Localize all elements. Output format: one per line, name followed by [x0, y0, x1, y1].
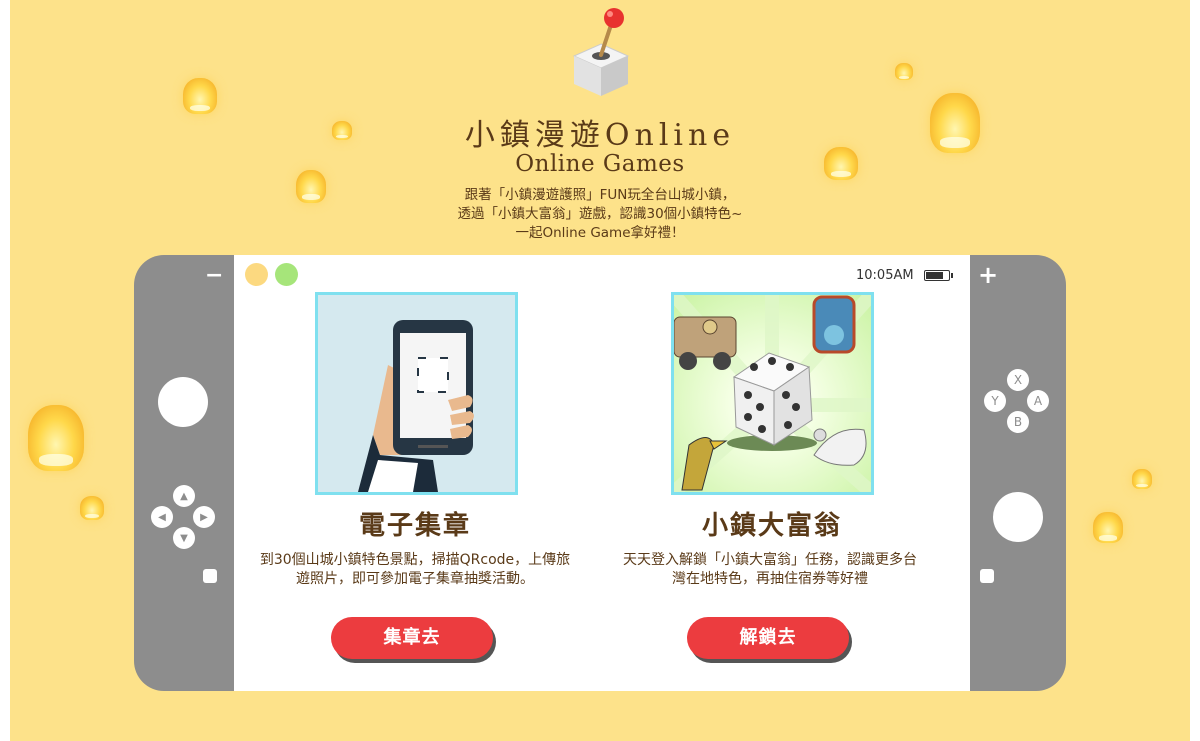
console-left-controller: [134, 255, 234, 691]
description-line: 跟著「小鎮漫遊護照」FUN玩全台山城小鎮，: [464, 187, 736, 203]
lantern-decoration: [1132, 469, 1152, 489]
dpad-down-button: ▼: [173, 527, 195, 549]
monopoly-card-title: 小鎮大富翁: [701, 511, 842, 541]
card-description-line: 遊照片，即可參加電子集章抽獎活動。: [296, 571, 534, 587]
lantern-decoration: [1093, 512, 1123, 543]
joystick-icon: [572, 8, 630, 96]
page-background: 小鎮漫遊Online Online Games 跟著「小鎮漫遊護照」FUN玩全台…: [10, 0, 1190, 741]
description-line: 透過「小鎮大富翁」遊戲，認識30個小鎮特色~: [457, 206, 743, 222]
phone-scan-icon: [358, 320, 474, 492]
page-subtitle: Online Games: [515, 151, 685, 177]
lantern-decoration: [28, 405, 84, 471]
stamp-card-description: 到30個山城小鎮特色景點，掃描QRcode，上傳旅 遊照片，即可參加電子集章抽獎…: [245, 551, 585, 589]
page-description: 跟著「小鎮漫遊護照」FUN玩全台山城小鎮， 透過「小鎮大富翁」遊戲，認識30個小…: [10, 186, 1190, 243]
lantern-decoration: [183, 78, 217, 114]
lantern-decoration: [80, 496, 104, 520]
x-button: X: [1007, 369, 1029, 391]
monopoly-illustration: [671, 292, 874, 495]
lantern-decoration: [895, 63, 913, 80]
dpad-right-button: ▶: [193, 506, 215, 528]
home-button: [980, 569, 994, 583]
page-title: 小鎮漫遊Online: [464, 118, 736, 153]
plus-button: +: [978, 261, 999, 289]
description-line: 一起Online Game拿好禮！: [515, 225, 685, 241]
status-dot-yellow: [245, 263, 268, 286]
dpad-up-button: ▲: [173, 485, 195, 507]
dpad-left-button: ◀: [151, 506, 173, 528]
right-analog-stick: [993, 492, 1043, 542]
card-description-line: 天天登入解鎖「小鎮大富翁」任務，認識更多台: [623, 552, 917, 568]
clock-text: 10:05AM: [856, 268, 914, 283]
minus-button: −: [205, 263, 224, 288]
status-dot-green: [275, 263, 298, 286]
stamp-card-title: 電子集章: [358, 511, 471, 541]
dice-icon: [674, 295, 871, 492]
a-button: A: [1027, 390, 1049, 412]
y-button: Y: [984, 390, 1006, 412]
b-button: B: [1007, 411, 1029, 433]
stamp-illustration: [315, 292, 518, 495]
left-analog-stick: [158, 377, 208, 427]
card-description-line: 灣在地特色，再抽住宿券等好禮: [672, 571, 868, 587]
card-description-line: 到30個山城小鎮特色景點，掃描QRcode，上傳旅: [259, 552, 571, 568]
console-right-controller: [970, 255, 1066, 691]
unlock-go-button[interactable]: 解鎖去: [687, 617, 849, 659]
monopoly-card-description: 天天登入解鎖「小鎮大富翁」任務，認識更多台 灣在地特色，再抽住宿券等好禮: [600, 551, 940, 589]
battery-icon: [924, 270, 953, 281]
stamp-go-button[interactable]: 集章去: [331, 617, 493, 659]
capture-button: [203, 569, 217, 583]
